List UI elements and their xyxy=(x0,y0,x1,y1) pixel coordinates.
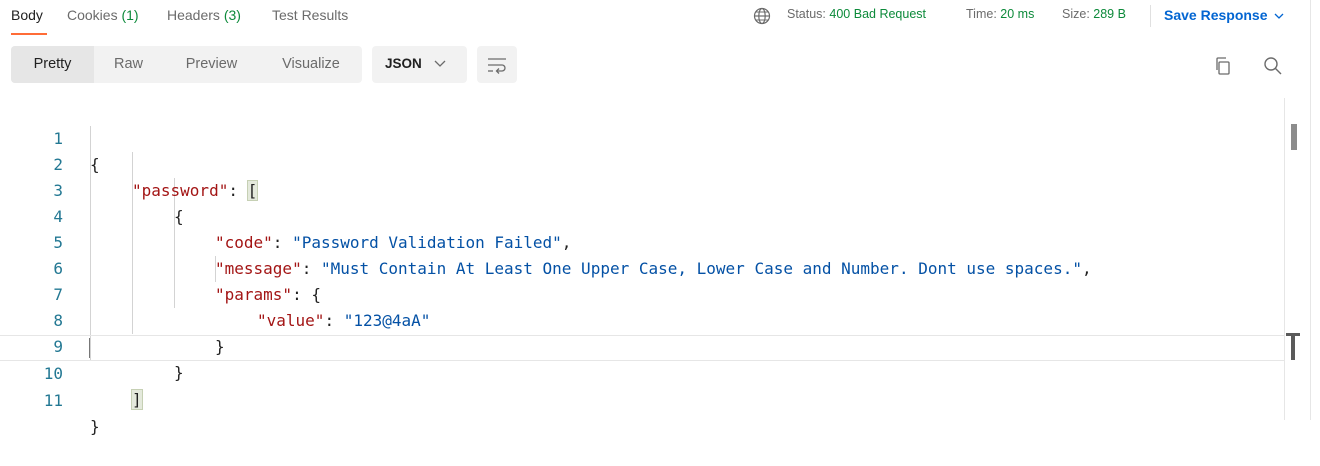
size-indicator[interactable]: Size: 289 B xyxy=(1062,7,1126,21)
status-value: 400 Bad Request xyxy=(829,7,927,21)
panel-border xyxy=(1310,0,1311,420)
time-indicator[interactable]: Time: 20 ms xyxy=(966,7,1034,21)
tab-cookies[interactable]: Cookies (1) xyxy=(67,7,139,23)
code-line: 2 "password": [ xyxy=(0,126,1284,201)
code-text: ] xyxy=(131,388,143,412)
globe-icon[interactable] xyxy=(753,7,771,25)
save-response-label: Save Response xyxy=(1164,7,1268,23)
wrap-lines-button[interactable] xyxy=(477,46,517,83)
code-line: 11 } xyxy=(0,362,1284,436)
divider xyxy=(1150,5,1151,27)
tab-headers-label: Headers xyxy=(167,7,220,23)
code-line: 4 "code": "Password Validation Failed", xyxy=(0,178,1284,252)
format-dropdown[interactable]: JSON xyxy=(372,46,467,83)
wrap-lines-icon xyxy=(488,58,506,74)
view-mode-visualize[interactable]: Visualize xyxy=(260,46,362,83)
view-mode-segmented-control: Pretty Raw Preview Visualize xyxy=(11,46,362,83)
tab-cookies-count: (1) xyxy=(121,7,139,23)
code-line: 8 } xyxy=(0,282,1284,356)
tab-cookies-label: Cookies xyxy=(67,7,118,23)
view-mode-preview[interactable]: Preview xyxy=(163,46,260,83)
tab-headers[interactable]: Headers (3) xyxy=(167,7,241,23)
size-value: 289 B xyxy=(1093,7,1126,21)
chevron-down-icon xyxy=(434,60,446,67)
line-number: 11 xyxy=(43,391,63,410)
time-value: 20 ms xyxy=(1000,7,1035,21)
code-line: 9 } xyxy=(0,308,1284,382)
search-icon[interactable] xyxy=(1262,55,1284,77)
tab-headers-count: (3) xyxy=(223,7,241,23)
view-mode-raw[interactable]: Raw xyxy=(94,46,163,83)
status-indicator[interactable]: Status: 400 Bad Request xyxy=(787,7,926,21)
tab-test-results[interactable]: Test Results xyxy=(272,7,348,23)
copy-icon[interactable] xyxy=(1212,55,1234,77)
response-tab-bar: Body Cookies (1) Headers (3) Test Result… xyxy=(0,0,1320,36)
matched-bracket: ] xyxy=(131,389,143,410)
code-line-current: 10 ] xyxy=(0,335,1284,410)
cursor-position-marker xyxy=(1286,333,1300,360)
code-line: 1 { xyxy=(0,100,1284,174)
tab-body[interactable]: Body xyxy=(11,7,43,23)
response-body-editor[interactable]: 1 { 2 "password": [ 3 { 4 "code": "Passw… xyxy=(0,98,1284,436)
scrollbar-thumb[interactable] xyxy=(1291,124,1297,150)
format-dropdown-value: JSON xyxy=(385,56,422,71)
code-text: } xyxy=(90,417,100,436)
status-label: Status: xyxy=(787,7,826,21)
code-line: 5 "message": "Must Contain At Least One … xyxy=(0,204,1284,278)
time-label: Time: xyxy=(966,7,997,21)
code-line: 7 "value": "123@4aA" xyxy=(0,256,1284,330)
code-line: 6 "params": { xyxy=(0,230,1284,304)
save-response-button[interactable]: Save Response xyxy=(1164,7,1284,23)
text-cursor xyxy=(89,338,90,358)
code-line: 3 { xyxy=(0,152,1284,226)
size-label: Size: xyxy=(1062,7,1090,21)
chevron-down-icon xyxy=(1274,13,1283,19)
view-mode-pretty[interactable]: Pretty xyxy=(11,46,94,83)
active-tab-indicator xyxy=(11,33,47,35)
